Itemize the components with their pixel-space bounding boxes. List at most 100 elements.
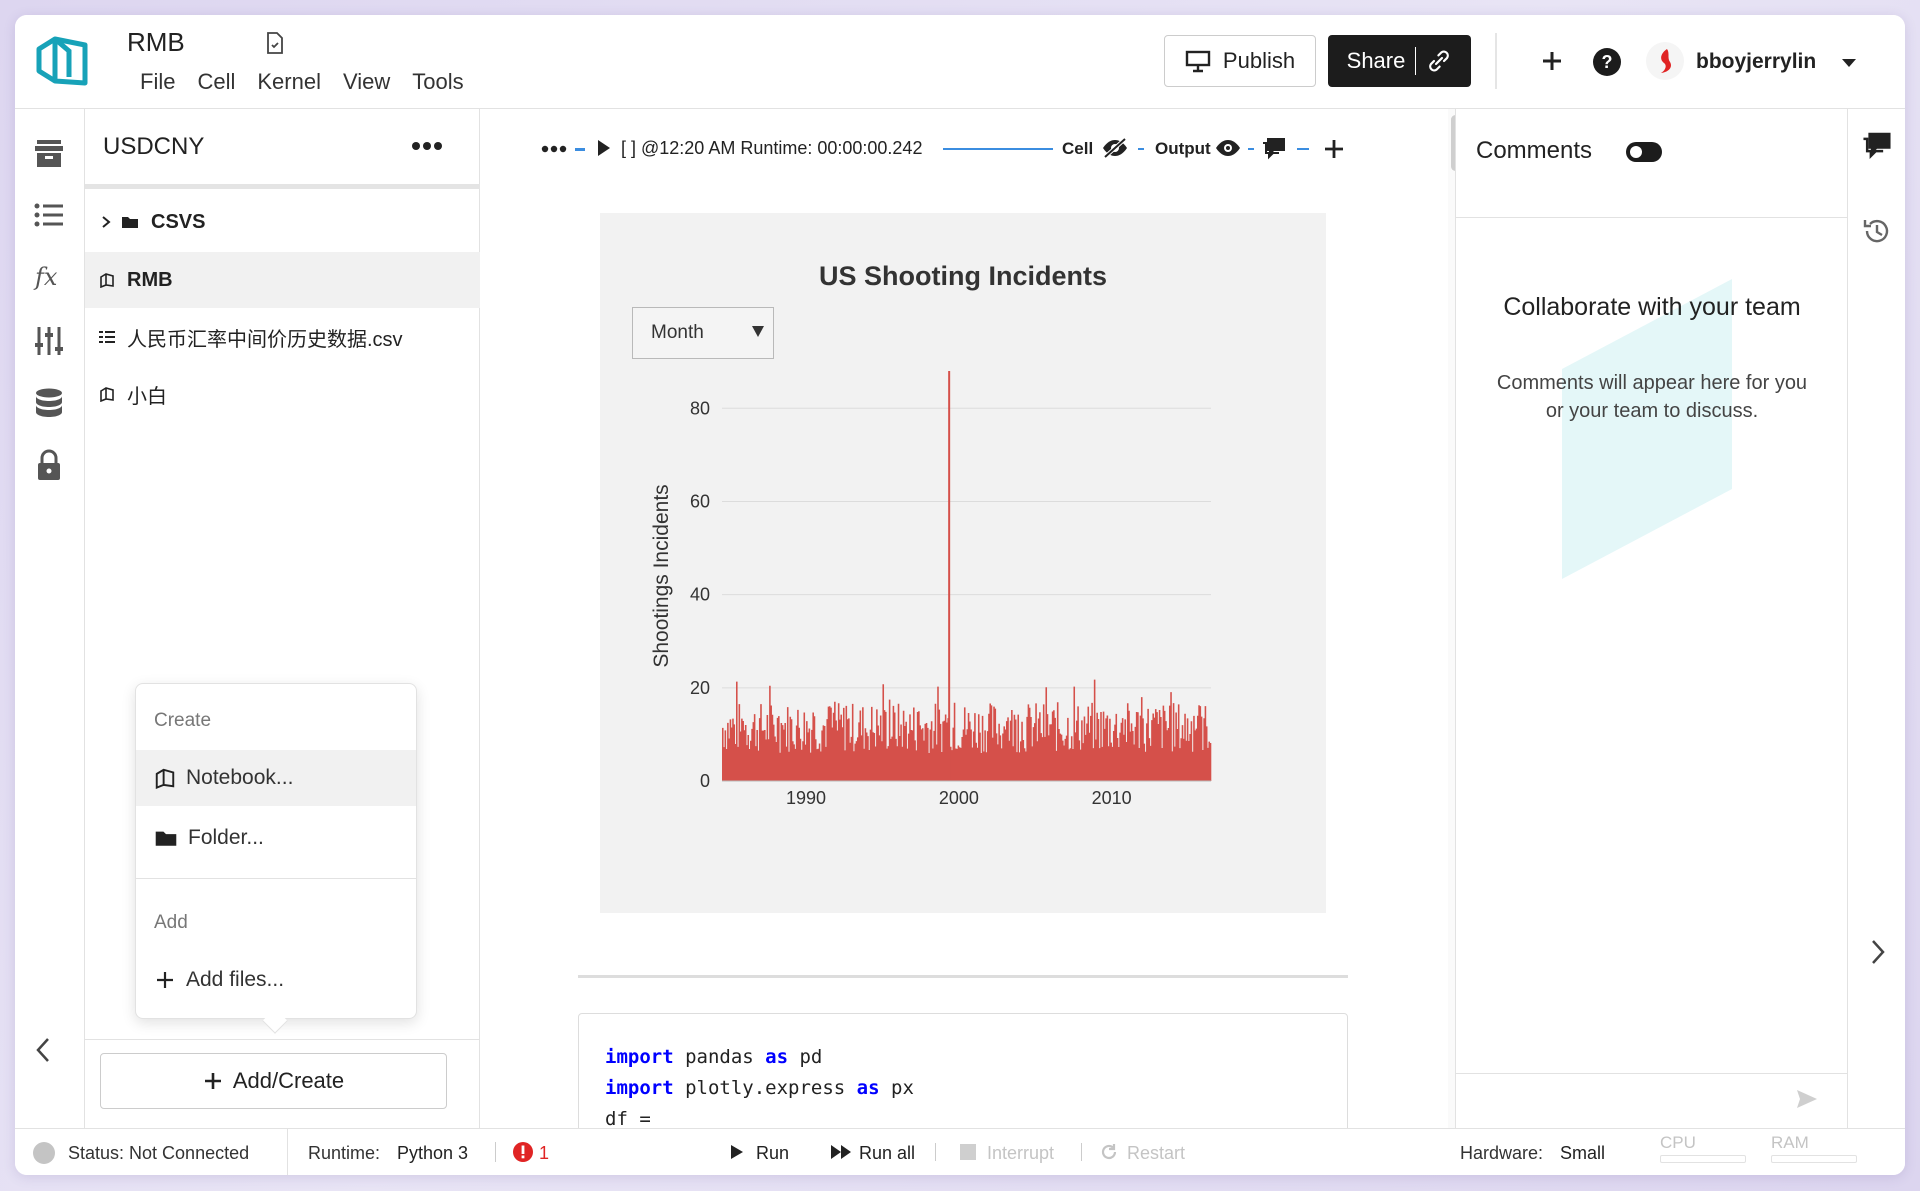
publish-button[interactable]: Publish [1164, 35, 1316, 87]
hardware-label: Hardware: [1460, 1143, 1544, 1163]
create-folder-item[interactable]: Folder... [136, 810, 416, 866]
database-icon[interactable] [31, 385, 67, 421]
folder-icon [154, 829, 178, 847]
run-cell-icon[interactable] [597, 139, 611, 157]
menu-bar: File Cell Kernel View Tools [140, 69, 486, 95]
runtime-label: Runtime: [308, 1143, 381, 1163]
eye-icon[interactable] [1215, 139, 1241, 157]
chevron-down-icon[interactable] [1841, 58, 1857, 68]
collaborate-illustration [1562, 279, 1732, 579]
comments-title: Comments [1476, 137, 1593, 164]
output-visibility-label[interactable]: Output [1155, 139, 1211, 159]
ram-label: RAM [1771, 1133, 1809, 1152]
restart-button[interactable]: Restart [1127, 1143, 1185, 1164]
code-editor[interactable]: import pandas as pd import plotly.express… [605, 1042, 914, 1135]
document-check-icon [265, 31, 285, 55]
add-create-button[interactable]: Add/Create [100, 1053, 447, 1109]
cell-visibility-label[interactable]: Cell [1062, 139, 1093, 159]
collaborate-body: Comments will appear here for you or you… [1496, 372, 1808, 422]
file-tree-item-csv[interactable]: 人民币汇率中间价历史数据.csv [85, 309, 480, 365]
link-icon [1426, 48, 1452, 74]
presentation-icon [1185, 49, 1211, 73]
plus-icon [203, 1071, 223, 1091]
code-line: import pandas as pd [605, 1046, 823, 1068]
table-icon [99, 330, 115, 344]
runtime-value[interactable]: Python 3 [397, 1143, 468, 1164]
top-bar: RMB File Cell Kernel View Tools Publish … [15, 15, 1905, 109]
notebook-area: [ ] @12:20 AM Runtime: 00:00:00.242 Cell… [481, 109, 1463, 1143]
cpu-meter [1660, 1155, 1746, 1163]
error-count: 1 [539, 1143, 550, 1163]
comments-toggle[interactable] [1625, 141, 1663, 163]
help-icon[interactable]: ? [1592, 47, 1622, 77]
x-tick-label: 1990 [786, 788, 826, 808]
more-icon[interactable] [541, 145, 567, 153]
create-menu: Create Notebook... Folder... Add Add fil… [135, 683, 417, 1034]
sliders-icon[interactable] [31, 323, 67, 359]
y-tick-label: 80 [690, 398, 710, 418]
y-tick-label: 20 [690, 678, 710, 698]
share-button[interactable]: Share [1328, 35, 1471, 87]
function-icon[interactable]: fx [31, 259, 67, 295]
comments-panel: Comments Collaborate with your team Comm… [1455, 109, 1848, 1143]
run-button[interactable]: Run [756, 1143, 789, 1164]
run-icon[interactable] [730, 1144, 744, 1160]
app-logo-icon[interactable] [33, 31, 91, 89]
run-all-icon[interactable] [830, 1144, 852, 1160]
send-icon[interactable] [1796, 1089, 1818, 1109]
stop-icon[interactable] [960, 1144, 976, 1160]
hardware-value[interactable]: Small [1560, 1143, 1605, 1164]
connection-status[interactable]: Status: Not Connected [68, 1143, 249, 1164]
left-icon-bar: fx [15, 109, 85, 1143]
divider [1495, 33, 1497, 89]
lock-icon[interactable] [31, 447, 67, 483]
ram-meter [1771, 1155, 1857, 1163]
cpu-label: CPU [1660, 1133, 1696, 1152]
x-tick-label: 2010 [1092, 788, 1132, 808]
project-title[interactable]: USDCNY [103, 133, 204, 161]
archive-icon[interactable] [31, 135, 67, 171]
menu-view[interactable]: View [343, 69, 390, 95]
collaborate-heading: Collaborate with your team [1503, 293, 1801, 321]
svg-text:fx: fx [33, 263, 58, 291]
cell-exec-info: [ ] @12:20 AM Runtime: 00:00:00.242 [621, 138, 923, 158]
comments-icon[interactable] [1861, 129, 1893, 161]
x-tick-label: 2000 [939, 788, 979, 808]
menu-file[interactable]: File [140, 69, 175, 95]
restart-icon[interactable] [1099, 1142, 1119, 1162]
username[interactable]: bboyjerrylin [1696, 50, 1816, 74]
add-files-item[interactable]: Add files... [136, 952, 416, 1008]
cell-toolbar: [ ] @12:20 AM Runtime: 00:00:00.242 Cell… [541, 135, 1461, 165]
notebook-icon [99, 272, 115, 288]
history-icon[interactable] [1861, 215, 1893, 247]
list-icon[interactable] [31, 197, 67, 233]
file-tree-item-rmb[interactable]: RMB [85, 252, 480, 308]
collapse-left-icon[interactable] [35, 1037, 51, 1063]
status-dot-icon [33, 1142, 55, 1164]
divider [85, 1039, 480, 1040]
collapse-right-icon[interactable] [1870, 939, 1886, 965]
divider [85, 184, 480, 189]
menu-cell[interactable]: Cell [197, 69, 235, 95]
file-tree-item-csvs[interactable]: CSVS [85, 194, 480, 250]
avatar[interactable] [1645, 41, 1685, 81]
error-icon[interactable] [512, 1141, 534, 1163]
interrupt-button[interactable]: Interrupt [987, 1143, 1054, 1164]
svg-text:?: ? [1602, 52, 1613, 72]
file-tree-item-xiaobai[interactable]: 小白 [85, 366, 480, 422]
bar-series [722, 679, 1212, 781]
notebook-icon [154, 767, 176, 789]
code-cell[interactable]: import pandas as pd import plotly.express… [578, 1013, 1348, 1143]
more-icon[interactable] [411, 141, 443, 151]
eye-slash-icon[interactable] [1101, 137, 1129, 159]
create-notebook-item[interactable]: Notebook... [136, 750, 416, 806]
comment-cell-icon[interactable] [1261, 135, 1287, 161]
plus-icon[interactable] [1540, 49, 1564, 73]
add-cell-icon[interactable] [1323, 138, 1345, 160]
chevron-right-icon[interactable] [101, 215, 111, 229]
divider [136, 878, 416, 879]
menu-kernel[interactable]: Kernel [257, 69, 321, 95]
run-all-button[interactable]: Run all [859, 1143, 915, 1164]
menu-tools[interactable]: Tools [412, 69, 463, 95]
notebook-title[interactable]: RMB [127, 27, 185, 58]
